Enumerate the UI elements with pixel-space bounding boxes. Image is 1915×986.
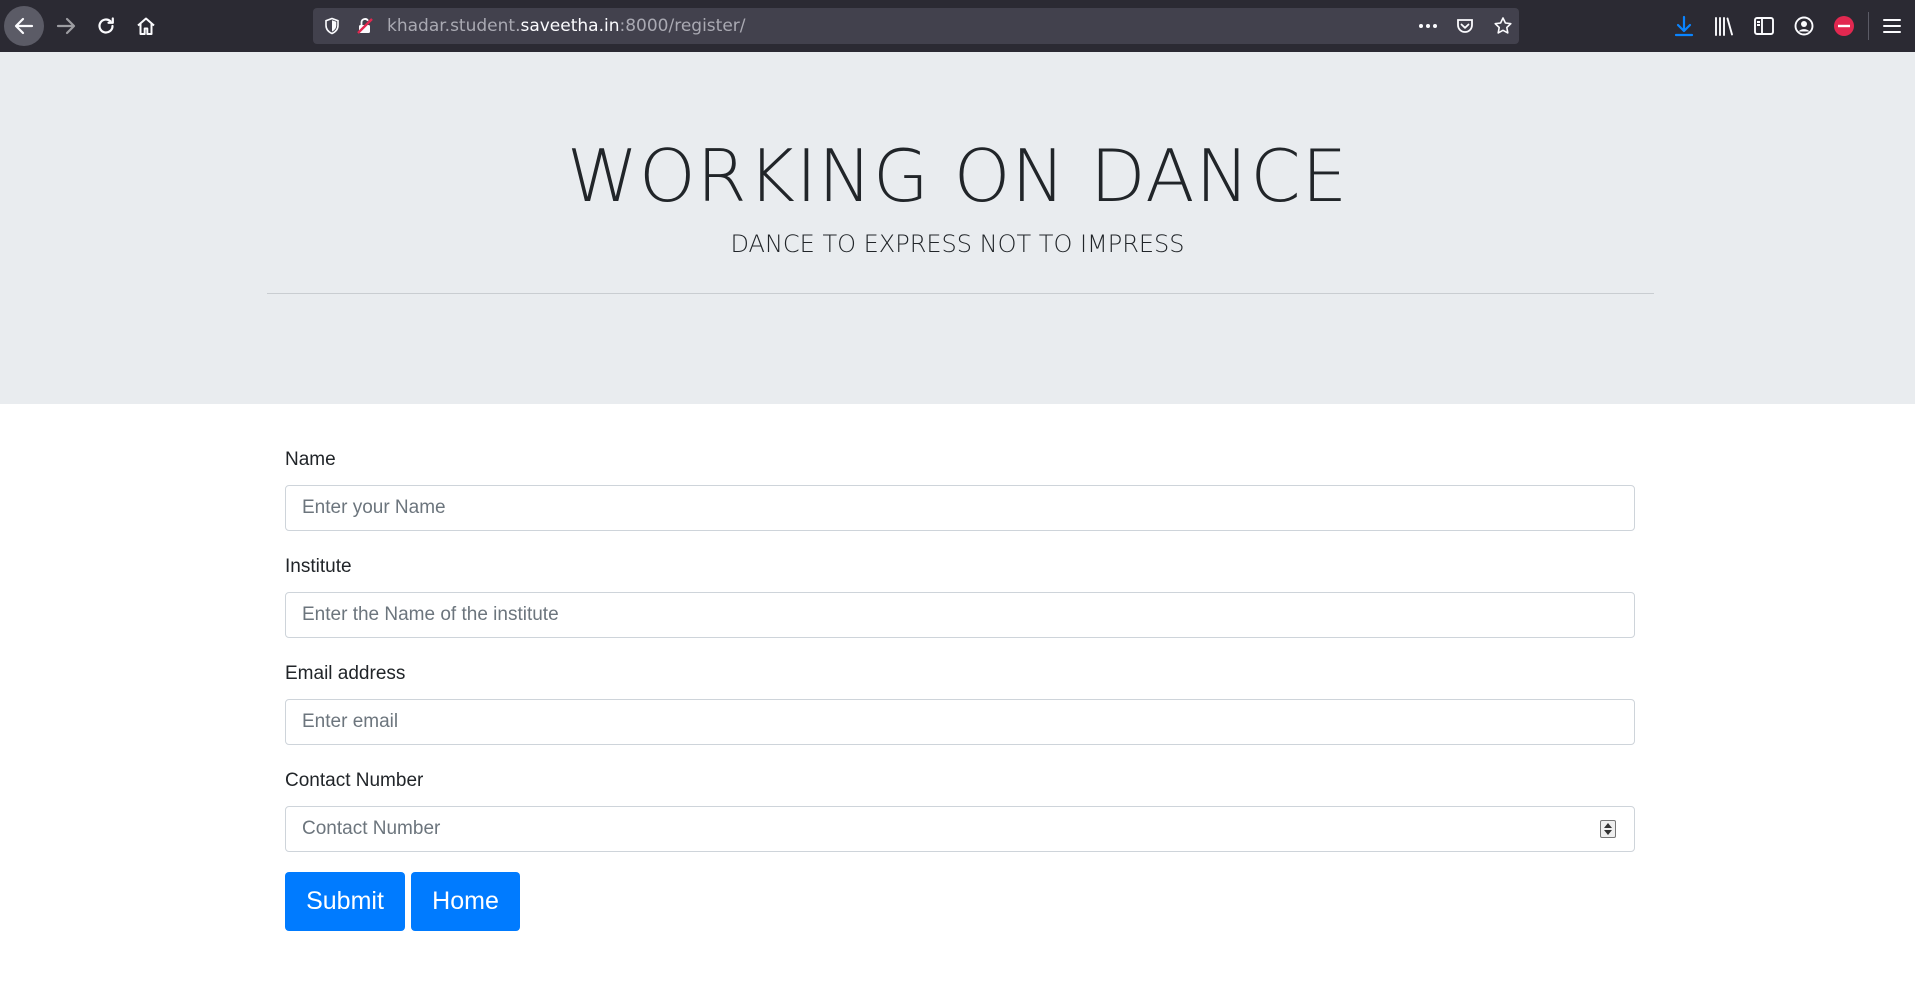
account-icon[interactable] <box>1792 14 1816 38</box>
email-input[interactable] <box>285 699 1635 745</box>
home-page-button[interactable]: Home <box>411 872 520 931</box>
pdf-extension-icon[interactable] <box>1832 14 1856 38</box>
contact-number-input[interactable] <box>285 806 1635 852</box>
download-icon[interactable] <box>1672 14 1696 38</box>
jumbotron-divider <box>267 293 1654 294</box>
page-subtitle: DANCE TO EXPRESS NOT TO IMPRESS <box>730 230 1185 258</box>
name-label: Name <box>285 449 336 470</box>
contact-number-label: Contact Number <box>285 770 424 791</box>
insecure-lock-icon[interactable] <box>356 17 374 35</box>
name-input[interactable] <box>285 485 1635 531</box>
url-prefix: khadar.student. <box>387 16 521 36</box>
url-suffix: :8000/register/ <box>619 16 746 36</box>
stepper-down-icon[interactable] <box>1604 830 1612 835</box>
library-icon[interactable] <box>1712 14 1736 38</box>
more-actions-icon[interactable] <box>1417 16 1439 36</box>
home-button[interactable] <box>126 6 166 46</box>
pocket-icon[interactable] <box>1455 16 1475 36</box>
forward-arrow-icon <box>56 17 76 35</box>
back-button[interactable] <box>4 6 44 46</box>
email-label: Email address <box>285 663 406 684</box>
bookmark-star-icon[interactable] <box>1493 16 1513 36</box>
stepper-up-icon[interactable] <box>1604 823 1612 828</box>
url-text[interactable]: khadar.student.saveetha.in:8000/register… <box>387 8 746 44</box>
home-icon <box>137 17 155 35</box>
reload-button[interactable] <box>86 6 126 46</box>
url-domain: saveetha.in <box>520 16 620 36</box>
submit-button[interactable]: Submit <box>285 872 405 931</box>
number-stepper[interactable] <box>1600 820 1616 838</box>
institute-input[interactable] <box>285 592 1635 638</box>
browser-toolbar: khadar.student.saveetha.in:8000/register… <box>0 0 1915 53</box>
address-bar[interactable]: khadar.student.saveetha.in:8000/register… <box>313 8 1519 44</box>
institute-label: Institute <box>285 556 352 577</box>
shield-icon[interactable] <box>323 17 341 35</box>
toolbar-separator <box>1868 12 1869 40</box>
forward-button[interactable] <box>46 6 86 46</box>
page-title: WORKING ON DANCE <box>566 134 1349 218</box>
hamburger-menu-icon[interactable] <box>1880 14 1904 38</box>
jumbotron: WORKING ON DANCE DANCE TO EXPRESS NOT TO… <box>0 52 1915 404</box>
reload-icon <box>98 17 114 34</box>
sidebar-icon[interactable] <box>1752 14 1776 38</box>
back-arrow-icon <box>14 17 34 35</box>
